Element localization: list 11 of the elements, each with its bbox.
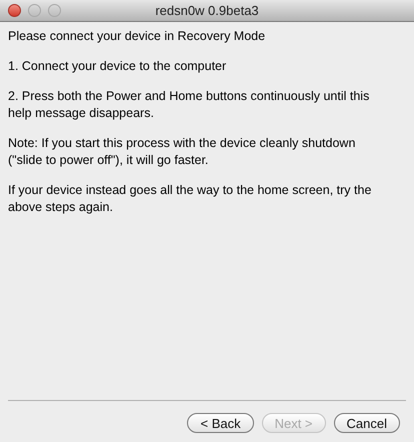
wizard-button[interactable]: < Back <box>187 413 254 433</box>
zoom-window-button[interactable] <box>48 4 61 17</box>
minimize-window-button[interactable] <box>28 4 41 17</box>
instruction-text: If your device instead goes all the way to the home screen, try the above steps again. <box>8 182 372 216</box>
instruction-text: 1. Connect your device to the computer <box>8 58 228 75</box>
window-title: redsn0w 0.9beta3 <box>155 2 259 20</box>
close-window-button[interactable] <box>8 4 21 17</box>
wizard-button[interactable]: Cancel <box>334 413 400 433</box>
instruction-text: Note: If you start this process with the device cleanly shutdown ("slide to power off"), it will go faster. <box>8 135 356 169</box>
instruction-text: 2. Press both the Power and Home buttons continuously until this help message disappears. <box>8 88 370 122</box>
heading-text: Please connect your device in Recovery Mode <box>8 28 266 45</box>
